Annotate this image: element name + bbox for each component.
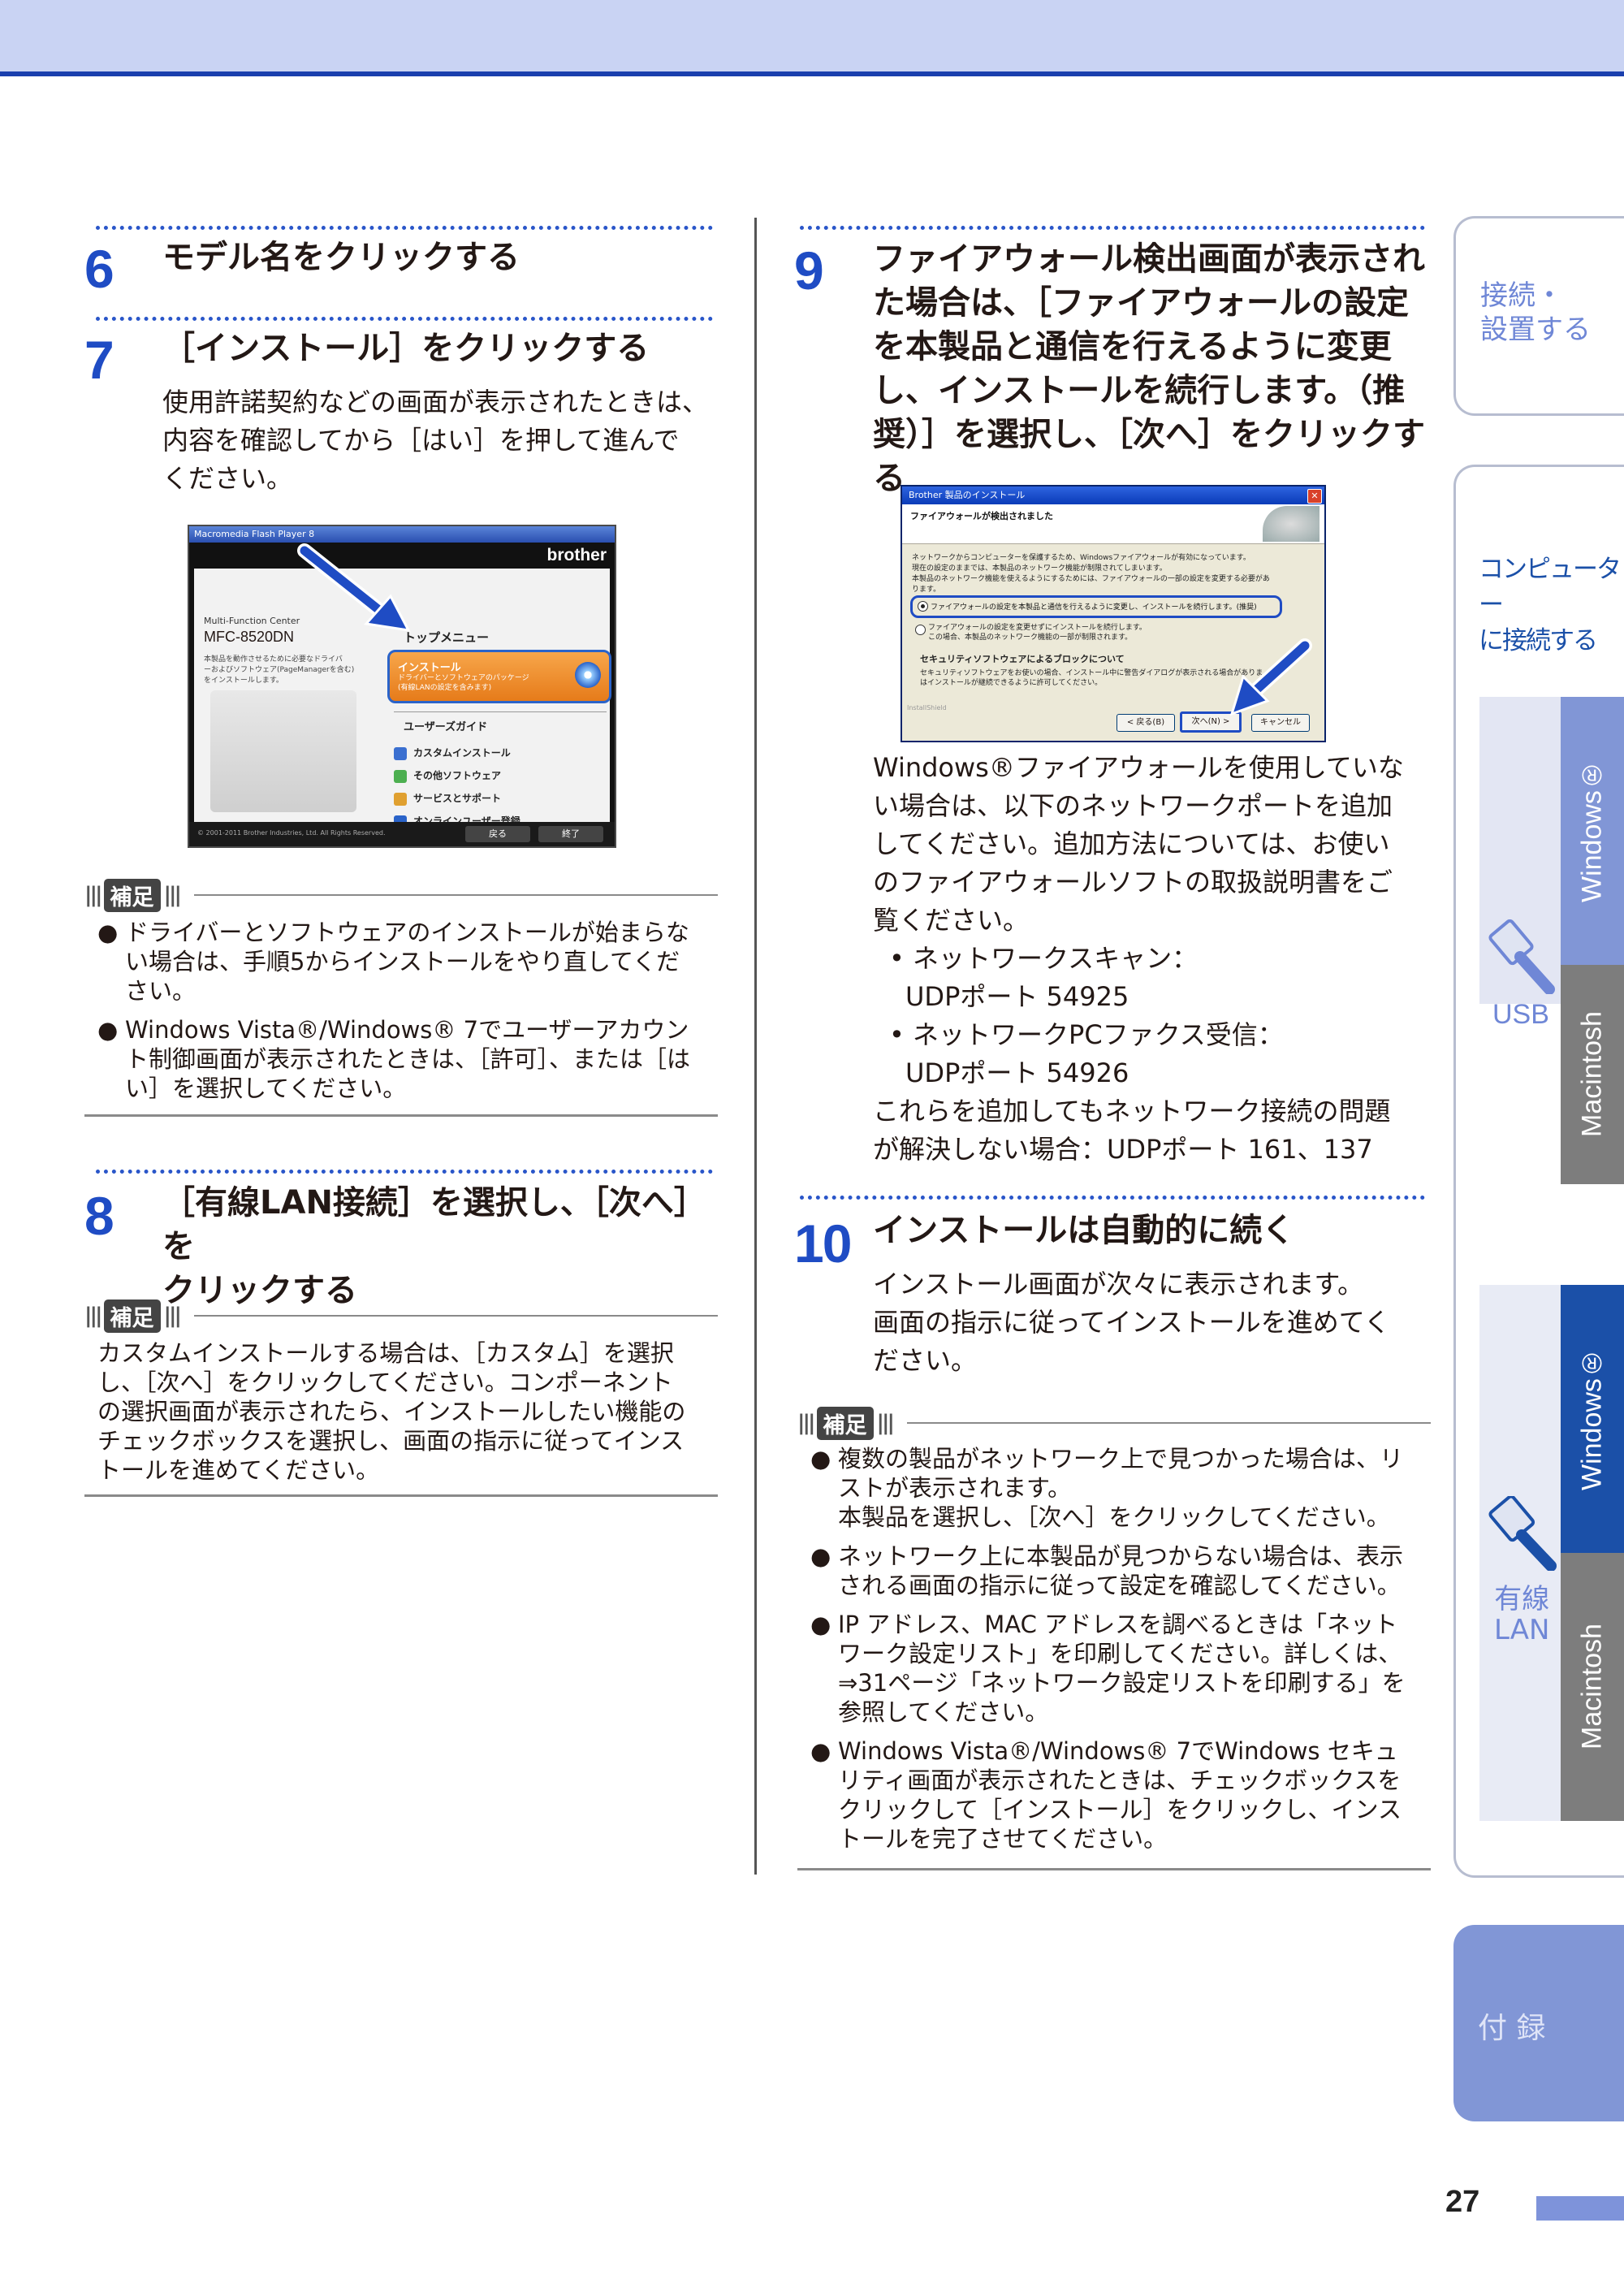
usb-cable-icon — [1488, 919, 1555, 994]
gear-icon — [394, 746, 407, 760]
step-6-title: モデル名をクリックする — [162, 239, 520, 276]
dialog-back-button[interactable]: < 戻る(B) — [1116, 714, 1175, 732]
step-7-title: ［インストール］をクリックする — [162, 330, 650, 367]
tab-usb-macintosh[interactable]: Macintosh — [1561, 965, 1624, 1184]
header-rule — [0, 71, 1624, 76]
lan-cable-icon — [1488, 1496, 1557, 1571]
exit-button[interactable]: 終了 — [538, 826, 603, 842]
window-titlebar: Macromedia Flash Player 8 — [189, 526, 615, 543]
supplement-header: ||| 補足 ||| — [84, 877, 718, 913]
software-icon — [394, 769, 407, 783]
supplement-header: ||| 補足 ||| — [84, 1298, 718, 1334]
supplement-rule — [797, 1868, 1431, 1870]
step-divider — [800, 1196, 1425, 1200]
step-10-title: インストールは自動的に続く — [873, 1212, 1295, 1249]
usb-label: USB — [1492, 999, 1549, 1030]
step-divider — [96, 1170, 713, 1174]
tab-appendix[interactable]: 付 録 — [1453, 1925, 1624, 2121]
step-9-body: Windows®ファイアウォールを使用していな い場合は、以下のネットワークポー… — [873, 749, 1441, 1169]
step-number-8: 8 — [84, 1186, 114, 1246]
note-item: ● 複数の製品がネットワーク上で見つかった場合は、リ ストが表示されます。 本製… — [810, 1445, 1404, 1531]
tab-usb-windows[interactable]: Windows® — [1561, 697, 1624, 965]
tab-lan-macintosh[interactable]: Macintosh — [1561, 1553, 1624, 1821]
radio-unselected[interactable] — [915, 625, 926, 635]
step-number-6: 6 — [84, 239, 114, 299]
port-list: • ネットワークスキャン： UDPポート 54925 • ネットワークPCファク… — [889, 943, 1284, 1088]
step-number-7: 7 — [84, 330, 114, 390]
header-band — [0, 0, 1624, 71]
dialog-text: ネットワークからコンピューターを保護するため、Windowsファイアウォールが有… — [912, 554, 1270, 594]
dialog-header: ファイアウォールが検出されました — [910, 511, 1053, 521]
firewall-dialog-screenshot: Brother 製品のインストール ✕ ファイアウォールが検出されました ネット… — [901, 485, 1326, 742]
page-marker — [1536, 2196, 1624, 2221]
pointer-arrow-icon — [297, 543, 411, 632]
brand-logo: brother — [546, 546, 607, 564]
security-title: セキュリティソフトウェアによるブロックについて — [920, 654, 1125, 664]
lan-label: 有線 LAN — [1494, 1583, 1550, 1646]
dialog-graphic — [1263, 506, 1320, 542]
step-9-title: ファイアウォール検出画面が表示され た場合は、［ファイアウォールの設定 を本製品… — [873, 240, 1425, 497]
note-item: ● ドライバーとソフトウェアのインストールが始まらな い場合は、手順5からインス… — [97, 919, 689, 1005]
dialog-titlebar: Brother 製品のインストール — [902, 487, 1324, 504]
supplement-rule — [84, 1494, 718, 1497]
menu-item-support[interactable]: サービスとサポート — [394, 791, 501, 806]
step-number-10: 10 — [794, 1213, 852, 1274]
printer-image — [210, 690, 356, 812]
step-divider — [96, 226, 713, 230]
option-1-highlight[interactable]: ファイアウォールの設定を本製品と通信を行えるように変更し、インストールを続行しま… — [910, 595, 1282, 618]
pointer-arrow-icon — [1229, 638, 1312, 716]
step-number-9: 9 — [794, 240, 824, 301]
column-separator — [754, 218, 757, 1875]
cd-icon — [575, 662, 601, 688]
step-8-title: ［有線LAN接続］を選択し、［次へ］を クリックする — [162, 1184, 706, 1309]
menu-item-custom-install[interactable]: カスタムインストール — [394, 746, 511, 760]
install-menu-screenshot: Macromedia Flash Player 8 brother Multi-… — [188, 525, 616, 848]
step-divider — [800, 226, 1425, 230]
step-7-supplement: ● ドライバーとソフトウェアのインストールが始まらな い場合は、手順5からインス… — [97, 918, 723, 1113]
page-number: 27 — [1445, 2185, 1480, 2219]
install-button[interactable]: インストール ドライバーとソフトウェアのパッケージ (有線LANの設定を含みます… — [387, 650, 611, 703]
tab-lan-windows[interactable]: Windows® — [1561, 1285, 1624, 1553]
step-8-supplement: カスタムインストールする場合は、［カスタム］を選択 し、［次へ］をクリックしてく… — [97, 1339, 686, 1484]
model-name[interactable]: MFC-8520DN — [204, 629, 294, 646]
note-item: ● Windows Vista®/Windows® 7でユーザーアカウン ト制御… — [97, 1016, 691, 1102]
supplement-header: ||| 補足 ||| — [797, 1405, 1431, 1441]
note-item: ● ネットワーク上に本製品が見つからない場合は、表示 される画面の指示に従って設… — [810, 1542, 1404, 1599]
support-icon — [394, 792, 407, 806]
user-guide-link[interactable]: ユーザーズガイド — [404, 718, 487, 733]
step-10-supplement: ● 複数の製品がネットワーク上で見つかった場合は、リ ストが表示されます。 本製… — [810, 1444, 1436, 1863]
supplement-rule — [84, 1114, 718, 1117]
bottom-bar: © 2001-2011 Brother Industries, Ltd. All… — [189, 822, 615, 846]
back-button[interactable]: 戻る — [465, 826, 530, 842]
menu-item-other-software[interactable]: その他ソフトウェア — [394, 768, 501, 783]
radio-selected[interactable] — [918, 601, 928, 612]
install-desc: 本製品を動作させるために必要なドライバ ーおよびソフトウェア(PageManag… — [204, 655, 355, 685]
step-divider — [96, 317, 713, 321]
step-7-body: 使用許諾契約などの画面が表示されたときは、 内容を確認してから［はい］を押して進… — [162, 387, 709, 494]
tab-connection-setup[interactable]: 接続・ 設置する — [1453, 216, 1624, 416]
note-item: ● IP アドレス、MAC アドレスを調べるときは「ネット ワーク設定リスト」を… — [810, 1611, 1406, 1726]
step-10-body: インストール画面が次々に表示されます。 画面の指示に従ってインストールを進めてく… — [873, 1269, 1390, 1376]
note-item: ● Windows Vista®/Windows® 7でWindows セキュ … — [810, 1737, 1402, 1853]
close-icon[interactable]: ✕ — [1307, 489, 1322, 504]
